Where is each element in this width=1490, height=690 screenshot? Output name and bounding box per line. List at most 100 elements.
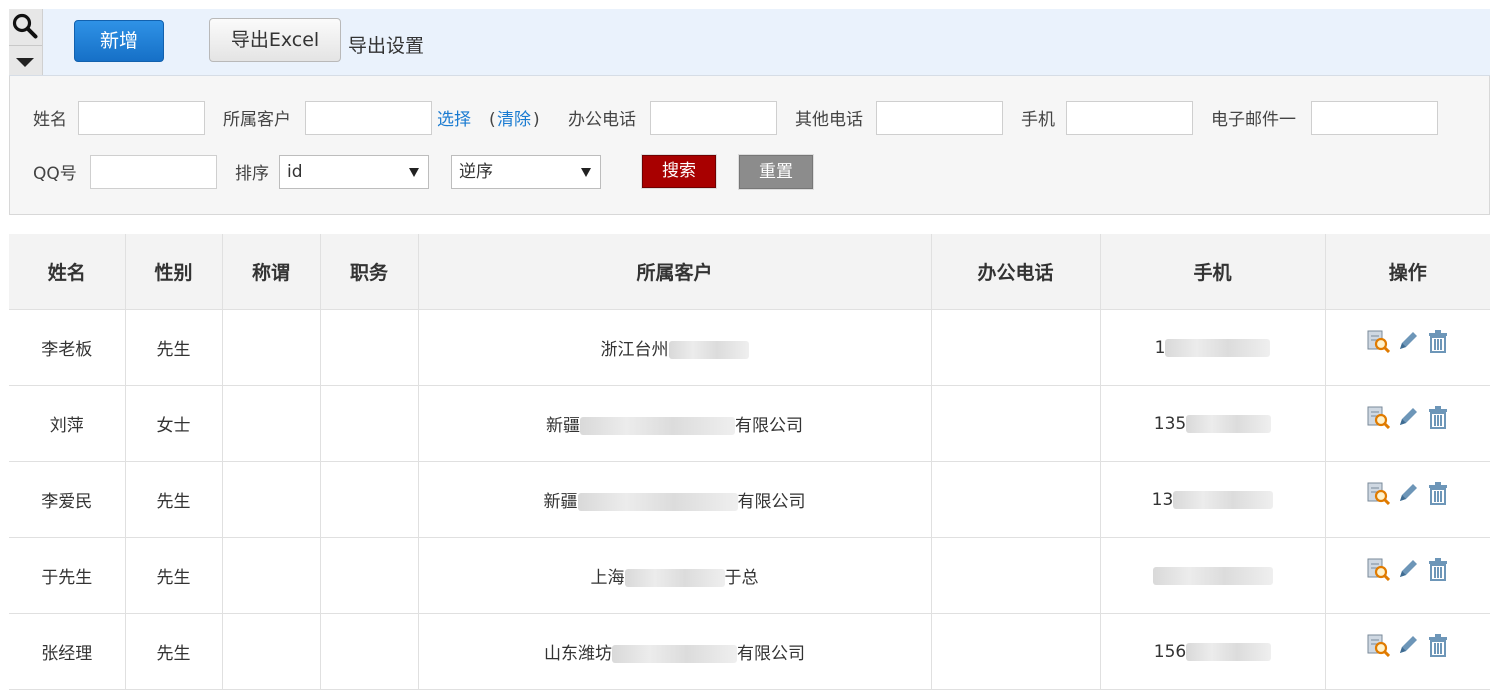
search-button[interactable]: 搜索 bbox=[641, 154, 717, 189]
name-input[interactable] bbox=[78, 101, 205, 135]
cell-mobile bbox=[1100, 537, 1326, 614]
customer-prefix: 浙江台州 bbox=[600, 340, 669, 360]
table-header-row: 姓名 性别 称谓 职务 所属客户 办公电话 手机 操作 bbox=[9, 234, 1490, 310]
redacted-blur bbox=[577, 493, 738, 511]
paren-close: ) bbox=[533, 110, 540, 130]
redacted-blur bbox=[1165, 338, 1271, 357]
cell-title bbox=[222, 537, 321, 614]
table-row[interactable]: 李爱民 先生 新疆 有限公司 13 bbox=[9, 461, 1490, 538]
delete-icon[interactable] bbox=[1426, 481, 1450, 505]
mobile-prefix: 1 bbox=[1154, 337, 1166, 358]
header-actions: 操作 bbox=[1325, 234, 1490, 310]
redacted-blur bbox=[1173, 490, 1274, 509]
export-settings-link[interactable]: 导出设置 bbox=[348, 31, 424, 58]
cell-actions bbox=[1325, 461, 1490, 538]
delete-icon[interactable] bbox=[1426, 557, 1450, 581]
header-office-phone[interactable]: 办公电话 bbox=[931, 234, 1101, 310]
contacts-table: 姓名 性别 称谓 职务 所属客户 办公电话 手机 操作 李老板 先生 浙江台州 … bbox=[9, 234, 1490, 690]
header-customer[interactable]: 所属客户 bbox=[418, 234, 932, 310]
view-icon[interactable] bbox=[1366, 557, 1390, 581]
cell-office-phone bbox=[931, 461, 1101, 538]
cell-office-phone bbox=[931, 613, 1101, 690]
email-input[interactable] bbox=[1311, 101, 1438, 135]
header-mobile[interactable]: 手机 bbox=[1100, 234, 1326, 310]
search-toggle[interactable] bbox=[9, 9, 43, 75]
delete-icon[interactable] bbox=[1426, 633, 1450, 657]
view-icon[interactable] bbox=[1366, 481, 1390, 505]
cell-name: 李爱民 bbox=[9, 461, 126, 538]
table-row[interactable]: 刘萍 女士 新疆 有限公司 135 bbox=[9, 385, 1490, 462]
view-icon[interactable] bbox=[1366, 329, 1390, 353]
cell-mobile: 135 bbox=[1100, 385, 1326, 462]
sort-order-value: 逆序 bbox=[459, 162, 493, 182]
customer-suffix: 有限公司 bbox=[737, 492, 806, 512]
redacted-blur bbox=[580, 417, 735, 435]
redacted-blur bbox=[1186, 642, 1272, 661]
cell-actions bbox=[1325, 385, 1490, 462]
toggle-divider bbox=[9, 45, 42, 46]
cell-name: 于先生 bbox=[9, 537, 126, 614]
edit-icon[interactable] bbox=[1396, 633, 1420, 657]
customer-input[interactable] bbox=[305, 101, 432, 135]
other-phone-input[interactable] bbox=[876, 101, 1003, 135]
cell-name: 张经理 bbox=[9, 613, 126, 690]
cell-position bbox=[320, 613, 419, 690]
reset-button[interactable]: 重置 bbox=[738, 154, 814, 190]
edit-icon[interactable] bbox=[1396, 405, 1420, 429]
header-position[interactable]: 职务 bbox=[320, 234, 419, 310]
cell-actions bbox=[1325, 537, 1490, 614]
qq-input[interactable] bbox=[90, 155, 217, 189]
customer-prefix: 山东潍坊 bbox=[544, 644, 612, 664]
cell-title bbox=[222, 461, 321, 538]
select-customer-link[interactable]: 选择 bbox=[437, 110, 471, 130]
export-excel-button[interactable]: 导出Excel bbox=[209, 18, 341, 62]
edit-icon[interactable] bbox=[1396, 329, 1420, 353]
cell-mobile: 156 bbox=[1100, 613, 1326, 690]
cell-gender: 先生 bbox=[125, 461, 223, 538]
qq-label: QQ号 bbox=[33, 164, 77, 184]
edit-icon[interactable] bbox=[1396, 557, 1420, 581]
redacted-blur bbox=[1152, 566, 1273, 585]
dropdown-arrow-icon bbox=[409, 168, 419, 177]
search-icon[interactable] bbox=[12, 13, 38, 39]
cell-name: 李老板 bbox=[9, 309, 126, 386]
cell-gender: 先生 bbox=[125, 613, 223, 690]
delete-icon[interactable] bbox=[1426, 329, 1450, 353]
cell-customer: 山东潍坊 有限公司 bbox=[418, 613, 932, 690]
cell-gender: 女士 bbox=[125, 385, 223, 462]
add-button[interactable]: 新增 bbox=[74, 20, 164, 62]
customer-prefix: 上海 bbox=[590, 568, 625, 588]
cell-position bbox=[320, 461, 419, 538]
cell-position bbox=[320, 537, 419, 614]
view-icon[interactable] bbox=[1366, 633, 1390, 657]
edit-icon[interactable] bbox=[1396, 481, 1420, 505]
sort-field-select[interactable]: id bbox=[279, 155, 429, 189]
cell-customer: 新疆 有限公司 bbox=[418, 385, 932, 462]
customer-suffix: 有限公司 bbox=[735, 416, 803, 436]
customer-prefix: 新疆 bbox=[546, 416, 580, 436]
header-gender[interactable]: 性别 bbox=[125, 234, 223, 310]
customer-prefix: 新疆 bbox=[543, 492, 578, 512]
customer-suffix: 有限公司 bbox=[737, 644, 805, 664]
table-row[interactable]: 张经理 先生 山东潍坊 有限公司 156 bbox=[9, 613, 1490, 690]
cell-mobile: 13 bbox=[1100, 461, 1326, 538]
mobile-input[interactable] bbox=[1066, 101, 1193, 135]
clear-customer-link[interactable]: 清除 bbox=[497, 110, 531, 130]
sort-order-select[interactable]: 逆序 bbox=[451, 155, 601, 189]
office-phone-input[interactable] bbox=[650, 101, 777, 135]
header-name[interactable]: 姓名 bbox=[9, 234, 126, 310]
paren-open: ( bbox=[489, 110, 496, 130]
cell-gender: 先生 bbox=[125, 309, 223, 386]
cell-position bbox=[320, 309, 419, 386]
header-title[interactable]: 称谓 bbox=[222, 234, 321, 310]
redacted-blur bbox=[668, 341, 749, 359]
sort-field-value: id bbox=[287, 162, 303, 182]
table-row[interactable]: 于先生 先生 上海 于总 bbox=[9, 537, 1490, 614]
view-icon[interactable] bbox=[1366, 405, 1390, 429]
mobile-prefix: 156 bbox=[1153, 641, 1187, 662]
delete-icon[interactable] bbox=[1426, 405, 1450, 429]
caret-down-icon[interactable] bbox=[16, 58, 34, 67]
cell-customer: 上海 于总 bbox=[418, 537, 932, 614]
table-row[interactable]: 李老板 先生 浙江台州 1 bbox=[9, 309, 1490, 386]
redacted-blur bbox=[612, 645, 737, 663]
